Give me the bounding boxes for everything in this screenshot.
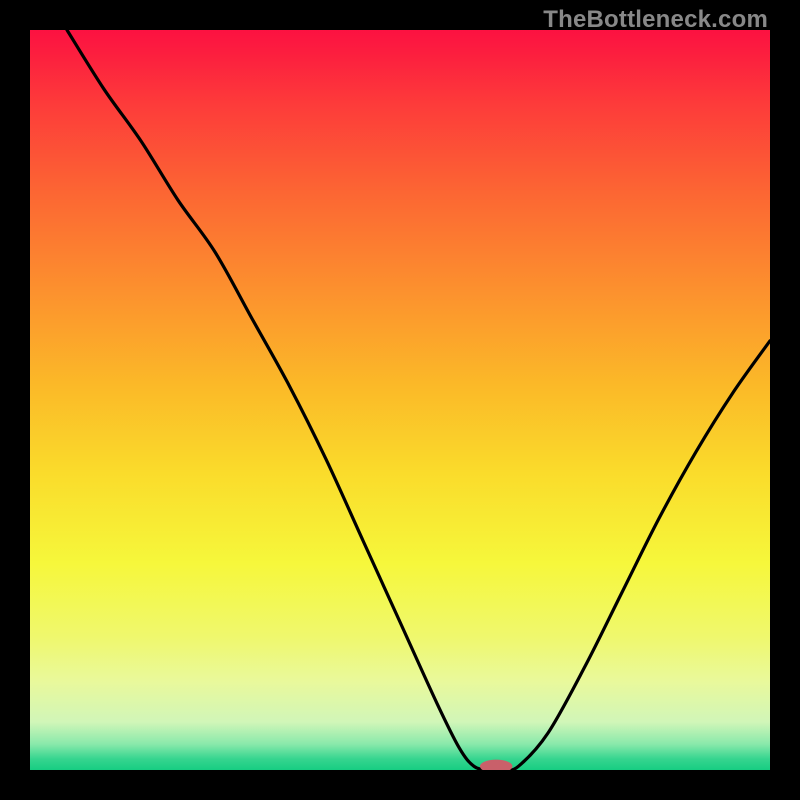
- chart-frame: TheBottleneck.com: [0, 0, 800, 800]
- plot-area: [30, 30, 770, 770]
- chart-svg: [30, 30, 770, 770]
